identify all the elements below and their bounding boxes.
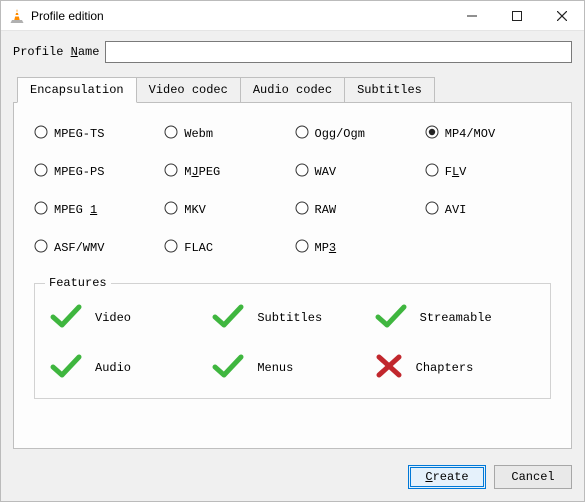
- radio-icon: [425, 201, 439, 219]
- features-grid: Video Subtitles Streamable Audio Menus Chapte…: [49, 302, 536, 384]
- create-button-post: reate: [433, 470, 469, 484]
- create-button[interactable]: Create: [408, 465, 486, 489]
- footer: Create Cancel: [1, 455, 584, 501]
- tab-audio-codec[interactable]: Audio codec: [240, 77, 345, 102]
- features-group: Features VideoSubtitlesStreamableAudioMe…: [34, 283, 551, 399]
- radio-icon: [425, 163, 439, 181]
- radio-label: MP4/MOV: [445, 127, 495, 141]
- profile-name-label-pre: Profile: [13, 45, 71, 59]
- window-title: Profile edition: [31, 9, 104, 23]
- radio-label: WAV: [315, 165, 337, 179]
- cancel-button[interactable]: Cancel: [494, 465, 572, 489]
- radio-webm[interactable]: Webm: [164, 125, 290, 143]
- radio-icon: [295, 201, 309, 219]
- check-icon: [211, 352, 245, 384]
- radio-label: MPEG 1: [54, 203, 97, 217]
- radio-mp4[interactable]: MP4/MOV: [425, 125, 551, 143]
- feature-label: Subtitles: [257, 311, 322, 325]
- check-icon: [49, 302, 83, 334]
- radio-label: ASF/WMV: [54, 241, 104, 255]
- radio-ogg[interactable]: Ogg/Ogm: [295, 125, 421, 143]
- radio-label: MJPEG: [184, 165, 220, 179]
- tab-encapsulation-page: MPEG-TS Webm Ogg/Ogm MP4/MOV MPEG-PS MJPEG WAV…: [13, 102, 572, 449]
- minimize-button[interactable]: [449, 1, 494, 31]
- features-legend: Features: [45, 276, 111, 290]
- radio-icon: [34, 125, 48, 143]
- check-icon: [49, 352, 83, 384]
- feature-label: Streamable: [420, 311, 492, 325]
- radio-label: FLAC: [184, 241, 213, 255]
- radio-icon: [295, 125, 309, 143]
- radio-flac[interactable]: FLAC: [164, 239, 290, 257]
- radio-label: Webm: [184, 127, 213, 141]
- radio-mpeg1[interactable]: MPEG 1: [34, 201, 160, 219]
- radio-asf[interactable]: ASF/WMV: [34, 239, 160, 257]
- client-area: Profile Name EncapsulationVideo codecAud…: [1, 31, 584, 455]
- radio-avi[interactable]: AVI: [425, 201, 551, 219]
- cancel-button-label: Cancel: [511, 470, 554, 484]
- tabstrip: EncapsulationVideo codecAudio codecSubti…: [17, 77, 572, 102]
- close-button[interactable]: [539, 1, 584, 31]
- feature-chapters: Chapters: [374, 352, 536, 384]
- feature-label: Audio: [95, 361, 131, 375]
- encapsulation-radio-grid: MPEG-TS Webm Ogg/Ogm MP4/MOV MPEG-PS MJPEG WAV…: [34, 125, 551, 257]
- feature-label: Video: [95, 311, 131, 325]
- cross-icon: [374, 352, 404, 384]
- radio-icon: [295, 239, 309, 257]
- minimize-icon: [467, 11, 477, 21]
- feature-streamable: Streamable: [374, 302, 536, 334]
- vlc-cone-icon: [9, 8, 25, 24]
- maximize-icon: [512, 11, 522, 21]
- profile-name-input[interactable]: [105, 41, 572, 63]
- radio-icon: [295, 163, 309, 181]
- radio-wav[interactable]: WAV: [295, 163, 421, 181]
- check-icon: [211, 302, 245, 334]
- radio-icon: [164, 239, 178, 257]
- feature-label: Chapters: [416, 361, 474, 375]
- radio-icon: [34, 239, 48, 257]
- profile-name-label-post: ame: [78, 45, 100, 59]
- feature-subtitles: Subtitles: [211, 302, 373, 334]
- radio-label: Ogg/Ogm: [315, 127, 365, 141]
- radio-icon: [425, 125, 439, 143]
- radio-label: MP3: [315, 241, 337, 255]
- radio-label: FLV: [445, 165, 467, 179]
- radio-icon: [34, 201, 48, 219]
- radio-icon: [164, 163, 178, 181]
- feature-label: Menus: [257, 361, 293, 375]
- radio-icon: [164, 125, 178, 143]
- radio-flv[interactable]: FLV: [425, 163, 551, 181]
- profile-name-row: Profile Name: [13, 41, 572, 63]
- radio-label: MPEG-PS: [54, 165, 104, 179]
- tab-video-codec[interactable]: Video codec: [136, 77, 241, 102]
- profile-name-label: Profile Name: [13, 45, 99, 59]
- radio-icon: [164, 201, 178, 219]
- create-button-u: C: [425, 470, 432, 484]
- radio-icon: [34, 163, 48, 181]
- maximize-button[interactable]: [494, 1, 539, 31]
- feature-video: Video: [49, 302, 211, 334]
- tab-subtitles[interactable]: Subtitles: [344, 77, 435, 102]
- radio-mkv[interactable]: MKV: [164, 201, 290, 219]
- close-icon: [557, 11, 567, 21]
- radio-mjpeg[interactable]: MJPEG: [164, 163, 290, 181]
- radio-label: MPEG-TS: [54, 127, 104, 141]
- tab-encapsulation[interactable]: Encapsulation: [17, 77, 137, 103]
- radio-label: AVI: [445, 203, 467, 217]
- radio-mpeg-ts[interactable]: MPEG-TS: [34, 125, 160, 143]
- feature-menus: Menus: [211, 352, 373, 384]
- profile-name-label-u: N: [71, 45, 78, 59]
- radio-raw[interactable]: RAW: [295, 201, 421, 219]
- window: Profile edition Profile Name Encapsulati…: [0, 0, 585, 502]
- radio-label: MKV: [184, 203, 206, 217]
- titlebar: Profile edition: [1, 1, 584, 31]
- radio-mpeg-ps[interactable]: MPEG-PS: [34, 163, 160, 181]
- check-icon: [374, 302, 408, 334]
- radio-label: RAW: [315, 203, 337, 217]
- radio-mp3[interactable]: MP3: [295, 239, 421, 257]
- feature-audio: Audio: [49, 352, 211, 384]
